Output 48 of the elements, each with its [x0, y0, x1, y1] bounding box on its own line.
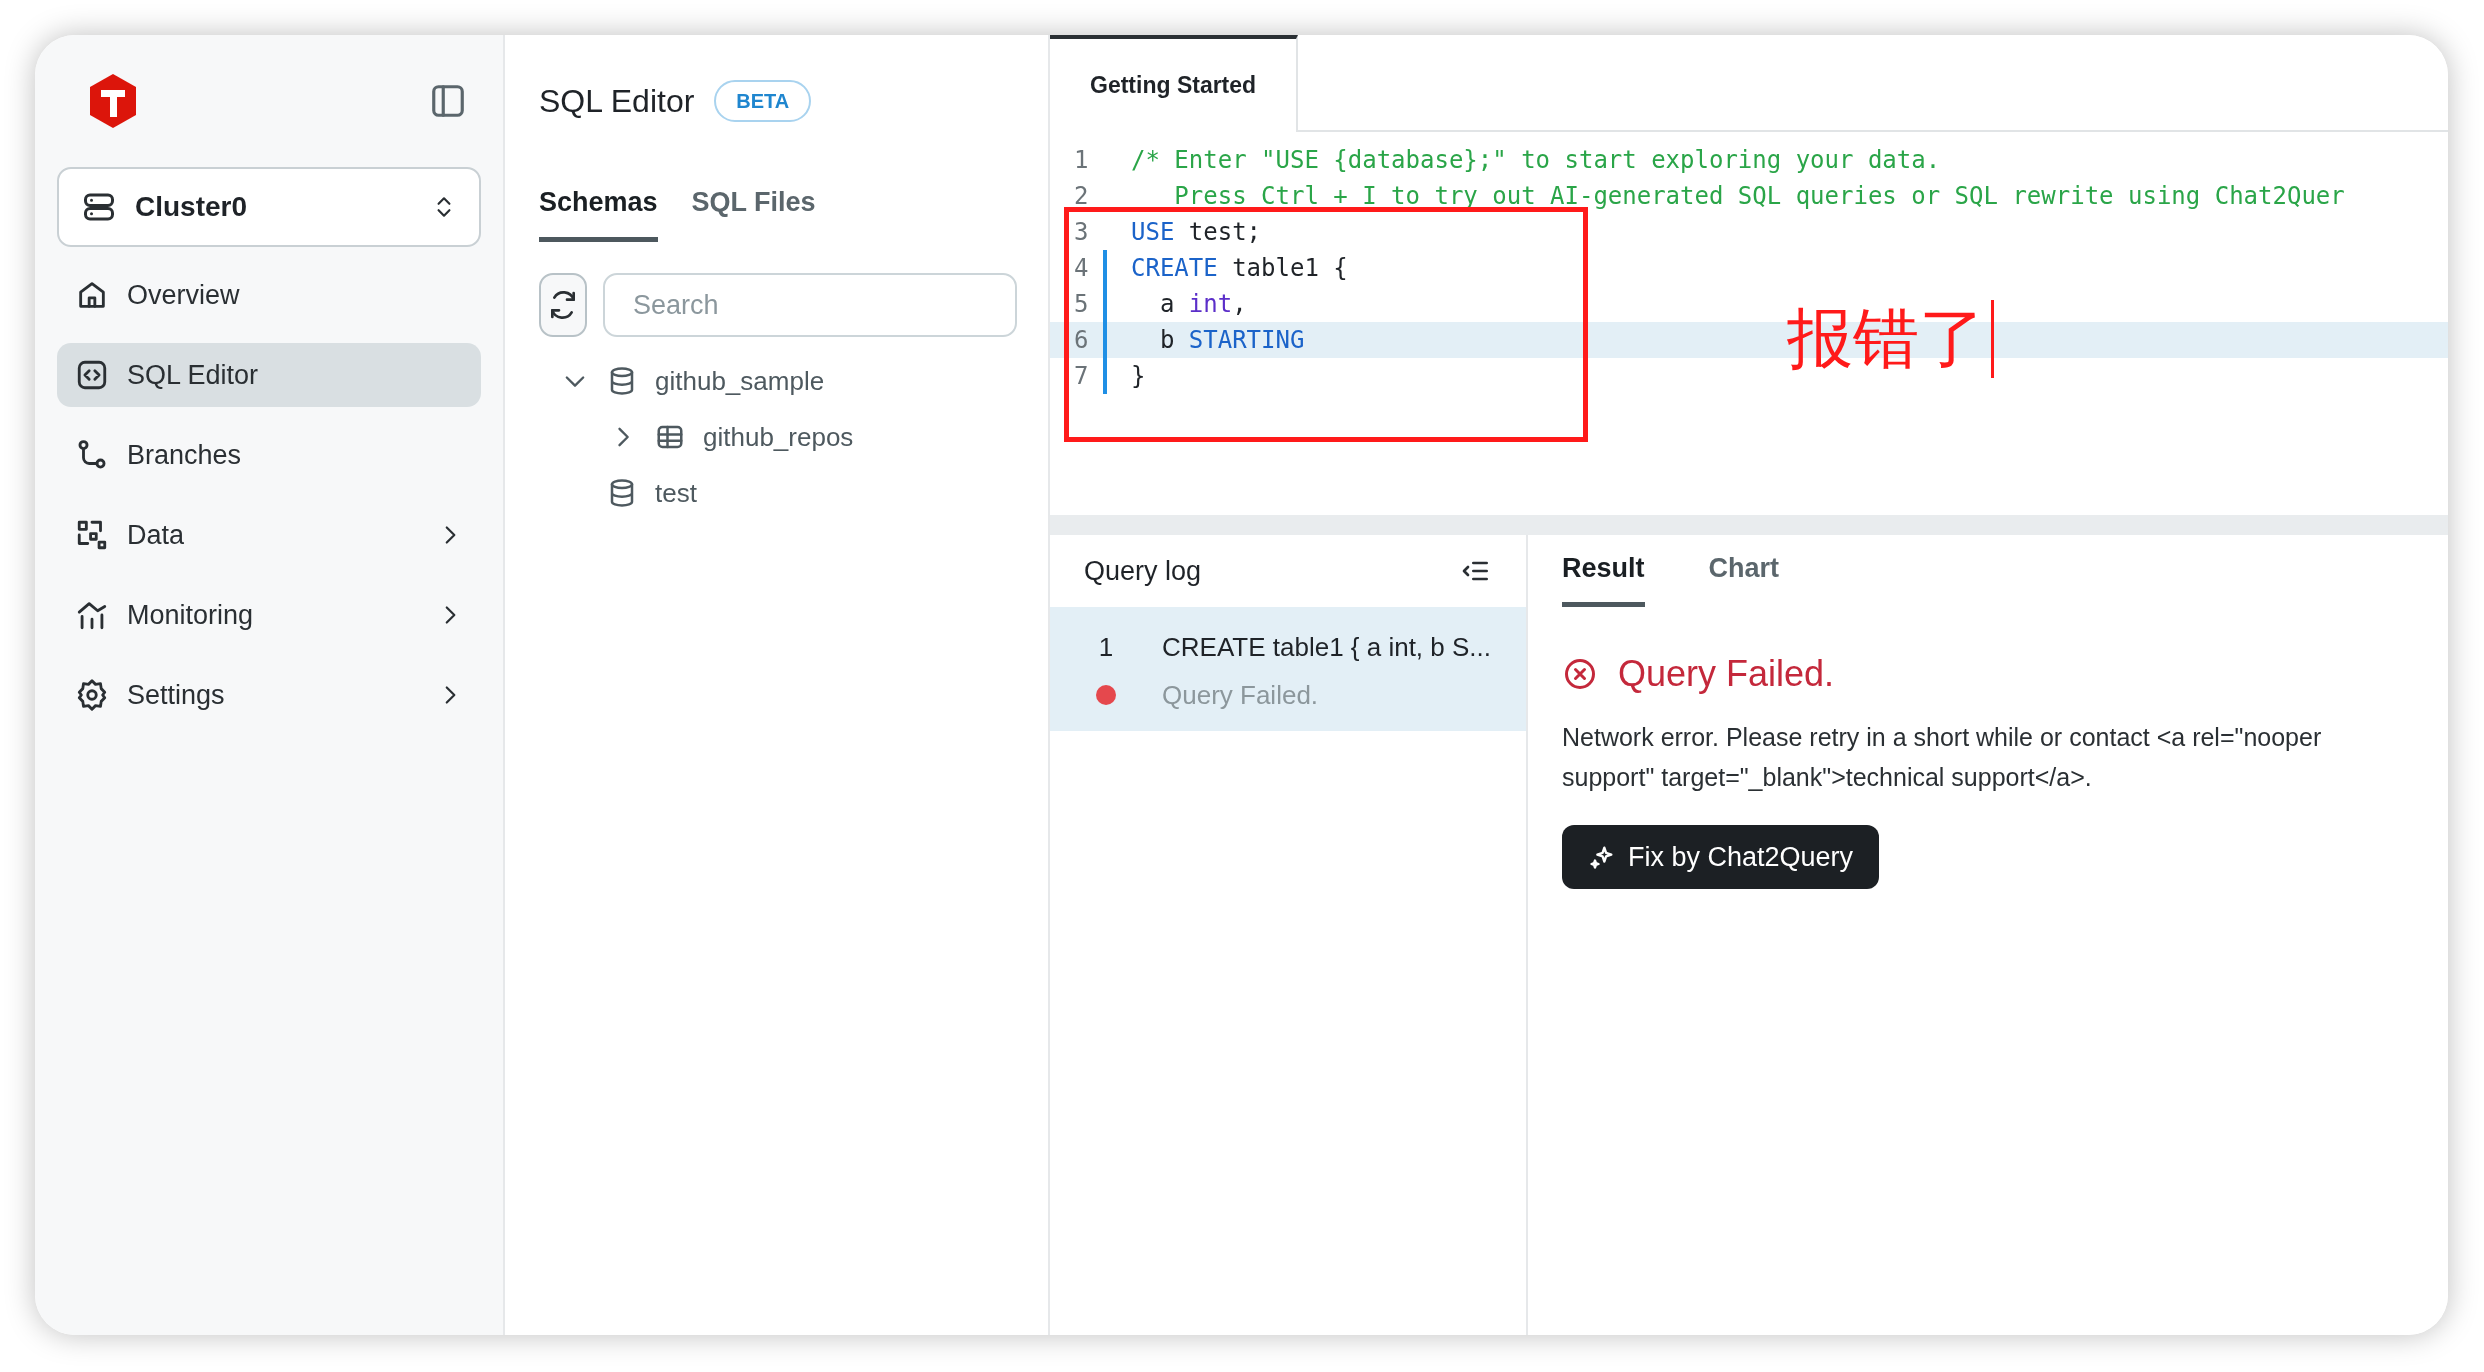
fix-button[interactable]: Fix by Chat2Query [1562, 825, 1880, 889]
editor-tab[interactable]: Getting Started [1050, 35, 1299, 132]
logo-icon [89, 74, 137, 128]
error-icon [1562, 656, 1598, 692]
panel-title: Query log [1084, 554, 1202, 588]
annotation-text: 报错了 [1787, 306, 1985, 372]
tree-item[interactable]: github_sample [539, 353, 1014, 409]
nav-item[interactable]: Settings [57, 663, 481, 727]
tab[interactable]: SQL Files [691, 181, 816, 242]
line-number: 2 [1073, 181, 1090, 212]
code-line: Press Ctrl + I to try out AI-generated SQL queries or SQL rewrite using Chat2Quer [1173, 181, 2345, 212]
error-message: support" target="_blank">technical support</a>. [1562, 762, 2093, 793]
code-icon [75, 358, 109, 392]
beta-badge: BETA [714, 80, 812, 122]
error-message: Network error. Please retry in a short while or contact <a rel="nooper [1562, 722, 2323, 753]
settings-icon [75, 678, 109, 712]
query-log-entry[interactable]: 1 CREATE table1 { a int, b S... Query Failed. [1050, 607, 1526, 731]
tree-item[interactable]: test [539, 465, 1014, 521]
data-icon [75, 518, 109, 552]
line-number: 7 [1050, 358, 1107, 394]
search-field[interactable]: Search [603, 273, 1017, 337]
tab[interactable]: Chart [1708, 547, 1780, 607]
code-line: } [1131, 361, 1146, 392]
tab[interactable]: Schemas [539, 181, 658, 242]
line-number: 1 [1073, 145, 1090, 176]
nav-item[interactable]: SQL Editor [57, 343, 481, 407]
code-line: /* Enter "USE {database};" to start exploring your data. [1131, 145, 1941, 176]
code-line: a int, [1158, 289, 1247, 320]
cluster-selector[interactable]: Cluster0 [57, 167, 481, 247]
nav-item[interactable]: Overview [57, 263, 481, 327]
error-title: Query Failed. [1618, 652, 1835, 696]
tab[interactable]: Result [1562, 547, 1645, 607]
line-number: 3 [1073, 217, 1090, 248]
status-text: Query Failed. [1162, 678, 1319, 712]
panel-title: SQL Editor [539, 82, 695, 121]
code-line: USE test; [1131, 217, 1262, 248]
panel-toggle-icon [429, 82, 467, 120]
tree-item[interactable]: github_repos [539, 409, 1014, 465]
line-number: 6 [1050, 322, 1107, 358]
nav-item[interactable]: Branches [57, 423, 481, 487]
code-line: CREATE table1 { [1131, 253, 1348, 284]
query-text: CREATE table1 { a int, b S... [1162, 630, 1491, 664]
code-line: b STARTING [1158, 325, 1305, 356]
entry-number: 1 [1097, 630, 1115, 664]
nav-item[interactable]: Data [57, 503, 481, 567]
nav-item[interactable]: Monitoring [57, 583, 481, 647]
refresh-button[interactable] [539, 273, 587, 337]
line-number: 4 [1050, 250, 1107, 286]
